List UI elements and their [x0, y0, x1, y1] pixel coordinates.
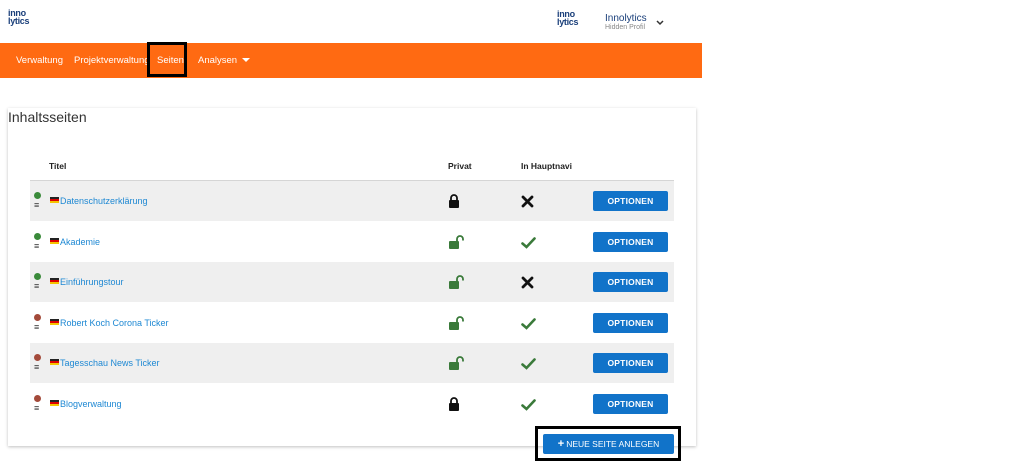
lock-closed-icon	[448, 194, 460, 208]
profile-name[interactable]: Innolytics	[605, 13, 647, 24]
column-header-privat: Privat	[448, 161, 472, 171]
status-dot	[34, 394, 41, 402]
check-icon	[521, 398, 536, 412]
lock-closed-icon	[448, 396, 460, 411]
options-button[interactable]: OPTIONEN	[593, 272, 668, 292]
lock-open-icon	[448, 315, 464, 330]
german-flag-icon	[50, 359, 59, 365]
chevron-down-icon[interactable]	[656, 18, 664, 28]
status-dot	[34, 354, 41, 361]
new-page-button[interactable]: + NEUE SEITE ANLEGEN	[543, 434, 674, 454]
drag-handle-icon[interactable]: ≡	[34, 403, 41, 412]
page-title-link[interactable]: Akademie	[60, 237, 100, 247]
drag-handle-icon[interactable]: ≡	[34, 282, 41, 291]
table-row: ≡ Robert Koch Corona Ticker OPTIONEN	[30, 303, 674, 343]
check-icon	[521, 357, 536, 371]
table-row: ≡ Datenschutzerklärung OPTIONEN	[30, 181, 674, 221]
status-dot	[34, 313, 41, 321]
page-title-link[interactable]: Datenschutzerklärung	[60, 196, 148, 206]
profile-logo: inno lytics	[557, 10, 579, 27]
drag-handle-icon[interactable]: ≡	[34, 322, 41, 331]
options-button[interactable]: OPTIONEN	[593, 393, 668, 414]
page-title-link[interactable]: Einführungstour	[60, 277, 124, 287]
options-button[interactable]: OPTIONEN	[593, 231, 668, 252]
page-title-link[interactable]: Robert Koch Corona Ticker	[60, 318, 169, 328]
status-dot	[34, 273, 41, 280]
logo-line-2: lytics	[8, 16, 30, 26]
lock-open-icon	[448, 356, 464, 370]
drag-handle-icon[interactable]: ≡	[34, 363, 41, 372]
cross-icon	[521, 276, 535, 290]
new-page-label: NEUE SEITE ANLEGEN	[566, 439, 660, 449]
table-row: ≡ Einführungstour OPTIONEN	[30, 262, 674, 302]
column-header-titel: Titel	[49, 161, 67, 171]
nav-item-analysen[interactable]: Analysen	[198, 43, 237, 78]
cross-icon	[521, 195, 535, 209]
column-header-hauptnavi: In Hauptnavi	[521, 161, 573, 171]
options-button[interactable]: OPTIONEN	[593, 191, 668, 211]
status-dot	[34, 232, 41, 240]
nav-highlight-box	[147, 42, 187, 77]
profile-logo-line-2: lytics	[557, 17, 579, 27]
table-row: ≡ Blogverwaltung OPTIONEN	[30, 384, 674, 424]
table-row: ≡ Tagesschau News Ticker OPTIONEN	[30, 343, 674, 383]
page-title-link[interactable]: Blogverwaltung	[60, 399, 122, 409]
profile-subtitle: Hidden Profil	[605, 24, 646, 31]
main-nav: Verwaltung Projektverwaltung Seiten Anal…	[0, 43, 702, 78]
options-button[interactable]: OPTIONEN	[593, 312, 668, 333]
page-title-link[interactable]: Tagesschau News Ticker	[60, 358, 160, 368]
page-title: Inhaltsseiten	[8, 109, 87, 125]
options-button[interactable]: OPTIONEN	[593, 353, 668, 373]
table-row: ≡ Akademie OPTIONEN	[30, 222, 674, 262]
check-icon	[521, 317, 536, 331]
nav-item-projektverwaltung[interactable]: Projektverwaltung	[74, 43, 150, 78]
analysen-dropdown-icon[interactable]	[242, 58, 250, 62]
german-flag-icon	[50, 318, 59, 325]
check-icon	[521, 236, 536, 250]
plus-icon: +	[557, 438, 565, 450]
top-bar: inno lytics inno lytics Innolytics Hidde…	[0, 0, 702, 43]
status-dot	[34, 192, 41, 199]
german-flag-icon	[50, 237, 59, 244]
lock-open-icon	[448, 234, 464, 249]
drag-handle-icon[interactable]: ≡	[34, 241, 41, 250]
german-flag-icon	[50, 278, 59, 284]
drag-handle-icon[interactable]: ≡	[34, 201, 41, 210]
app-logo[interactable]: inno lytics	[8, 9, 30, 26]
german-flag-icon	[50, 197, 59, 203]
german-flag-icon	[50, 399, 59, 406]
nav-item-verwaltung[interactable]: Verwaltung	[16, 43, 63, 78]
lock-open-icon	[448, 275, 464, 289]
